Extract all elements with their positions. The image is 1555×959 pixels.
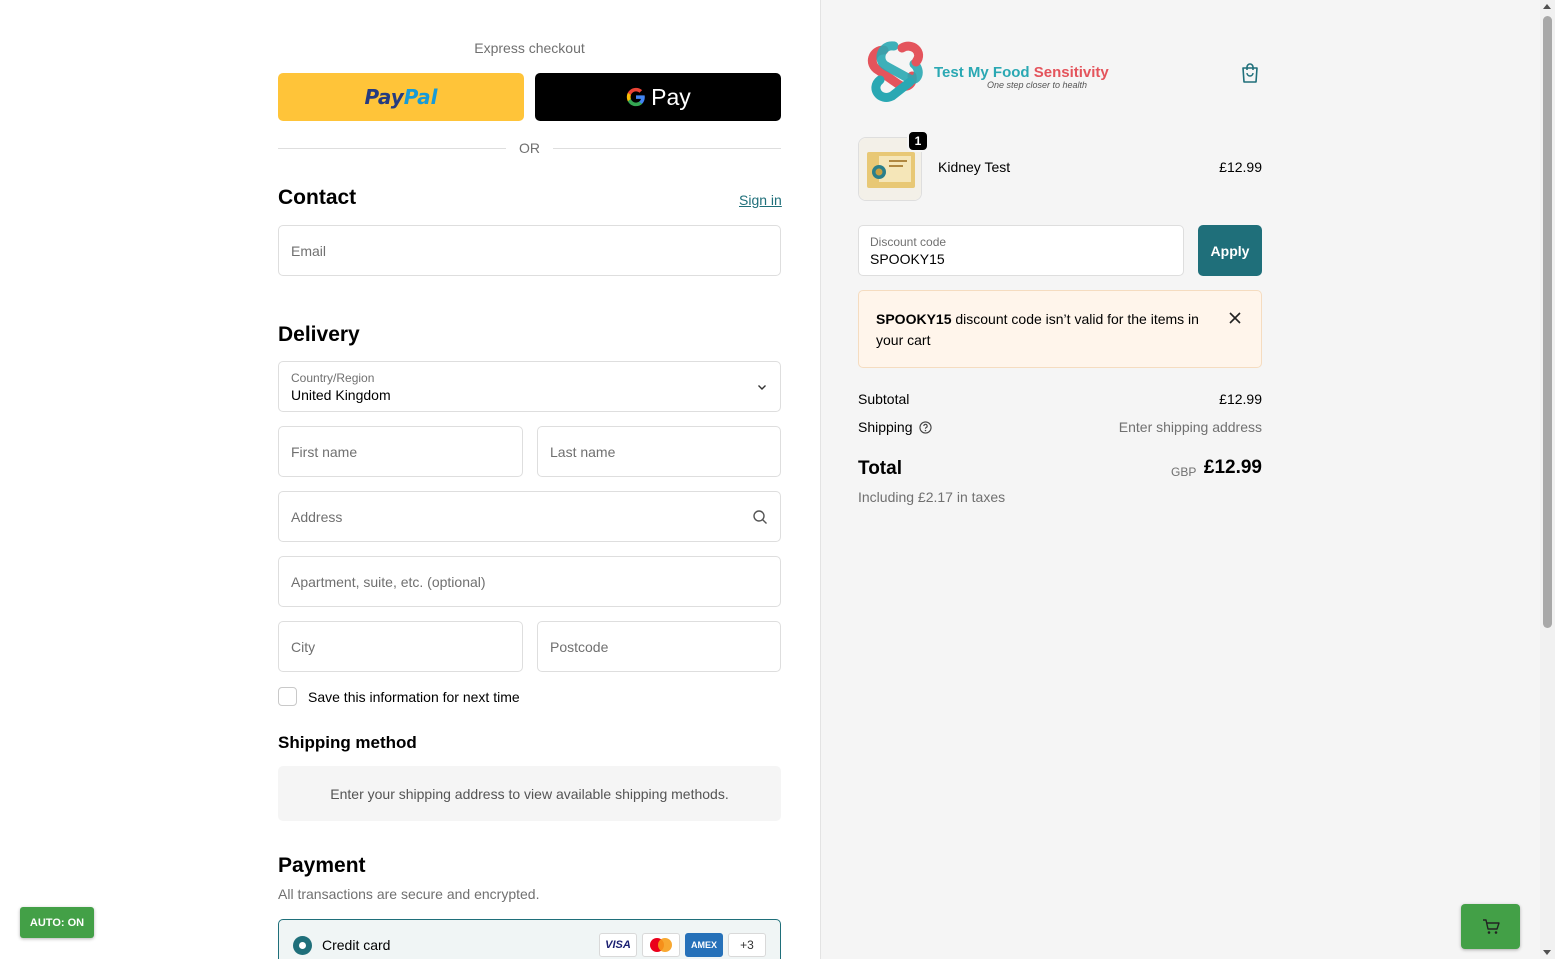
product-price: £12.99 — [1219, 159, 1262, 175]
last-name-placeholder: Last name — [550, 443, 616, 460]
amex-icon: AMEX — [685, 933, 723, 957]
brand-name: Test My Food Sensitivity — [934, 64, 1109, 81]
visa-icon: VISA — [599, 933, 637, 957]
save-info-checkbox[interactable] — [278, 687, 297, 706]
payment-heading: Payment — [278, 854, 366, 877]
cart-floating-button[interactable] — [1461, 904, 1520, 949]
save-info-label: Save this information for next time — [308, 688, 520, 705]
country-select[interactable]: Country/Region United Kingdom — [278, 361, 781, 412]
shopping-bag-icon[interactable] — [1238, 61, 1262, 85]
tax-note: Including £2.17 in taxes — [858, 489, 1006, 505]
contact-heading: Contact — [278, 186, 357, 209]
more-cards-badge: +3 — [728, 933, 766, 957]
first-name-placeholder: First name — [291, 443, 358, 460]
discount-error-message: SPOOKY15 discount code isn’t valid for t… — [876, 309, 1206, 351]
card-brand-icons: VISA AMEX +3 — [599, 933, 766, 957]
save-info-row: Save this information for next time — [278, 687, 520, 706]
delivery-heading: Delivery — [278, 323, 360, 346]
city-placeholder: City — [291, 638, 316, 655]
credit-card-radio[interactable] — [293, 936, 312, 955]
help-circle-icon[interactable] — [918, 421, 932, 434]
product-name: Kidney Test — [938, 159, 1011, 175]
radio-dot — [299, 942, 306, 949]
google-pay-label: Pay — [651, 83, 691, 110]
paypal-logo-part2: Pal — [403, 85, 438, 109]
or-divider: OR — [278, 140, 781, 156]
country-label: Country/Region — [291, 371, 375, 385]
payment-subtitle: All transactions are secure and encrypte… — [278, 886, 540, 902]
divider-line-left — [278, 148, 506, 149]
address-placeholder: Address — [291, 508, 343, 525]
last-name-field[interactable]: Last name — [537, 426, 781, 477]
chevron-down-icon — [758, 384, 766, 390]
apply-discount-button[interactable]: Apply — [1198, 225, 1262, 276]
discount-code-value: SPOOKY15 — [870, 251, 945, 267]
paypal-logo-part1: Pay — [364, 85, 404, 109]
close-icon[interactable] — [1227, 310, 1243, 326]
credit-card-label: Credit card — [322, 937, 391, 953]
brand-name-part1: Test My Food — [934, 64, 1034, 81]
shipping-method-heading: Shipping method — [278, 733, 417, 752]
apartment-placeholder: Apartment, suite, etc. (optional) — [291, 573, 486, 590]
sign-in-link[interactable]: Sign in — [739, 192, 782, 208]
discount-error-banner: SPOOKY15 discount code isn’t valid for t… — [858, 290, 1262, 368]
subtotal-row: Subtotal £12.99 — [858, 391, 1262, 407]
divider-line-right — [553, 148, 781, 149]
scroll-down-arrow-icon[interactable] — [1543, 950, 1551, 955]
quantity-badge: 1 — [907, 130, 929, 152]
cart-icon — [1482, 918, 1500, 934]
address-field[interactable]: Address — [278, 491, 781, 542]
shipping-method-notice: Enter your shipping address to view avai… — [278, 766, 781, 821]
apartment-field[interactable]: Apartment, suite, etc. (optional) — [278, 556, 781, 607]
email-placeholder: Email — [291, 242, 327, 259]
express-checkout-title: Express checkout — [474, 40, 585, 56]
shipping-row: Shipping Enter shipping address — [858, 419, 1262, 435]
google-pay-button[interactable]: Pay — [535, 73, 781, 121]
country-value: United Kingdom — [291, 387, 391, 403]
shipping-label: Shipping — [858, 419, 913, 435]
total-label: Total — [858, 458, 902, 479]
total-amount: £12.99 — [1203, 457, 1262, 478]
brand-name-part2: Sensitivity — [1033, 64, 1109, 81]
brand-tagline: One step closer to health — [987, 80, 1088, 90]
discount-error-code: SPOOKY15 — [876, 311, 952, 327]
scroll-up-arrow-icon[interactable] — [1543, 4, 1551, 9]
search-icon — [753, 509, 767, 524]
credit-card-option[interactable]: Credit card VISA AMEX +3 — [278, 919, 781, 959]
subtotal-value: £12.99 — [1219, 391, 1262, 407]
paypal-button[interactable]: Pay Pal — [278, 73, 524, 121]
or-label: OR — [519, 140, 540, 156]
discount-code-label: Discount code — [870, 235, 947, 249]
first-name-field[interactable]: First name — [278, 426, 523, 477]
discount-code-input[interactable]: Discount code SPOOKY15 — [858, 225, 1184, 276]
email-field[interactable]: Email — [278, 225, 781, 276]
checkout-form-panel: Express checkout Pay Pal Pay OR Contact S… — [0, 0, 820, 959]
postcode-field[interactable]: Postcode — [537, 621, 781, 672]
page-scrollbar[interactable] — [1540, 0, 1555, 959]
auto-mode-badge[interactable]: AUTO: ON — [20, 907, 94, 938]
mastercard-icon — [642, 933, 680, 957]
google-g-icon — [627, 87, 645, 107]
scrollbar-thumb[interactable] — [1543, 16, 1552, 628]
postcode-placeholder: Postcode — [550, 638, 609, 655]
subtotal-label: Subtotal — [858, 391, 910, 407]
city-field[interactable]: City — [278, 621, 523, 672]
shipping-method-notice-text: Enter your shipping address to view avai… — [330, 785, 729, 802]
shipping-value: Enter shipping address — [1118, 419, 1262, 435]
